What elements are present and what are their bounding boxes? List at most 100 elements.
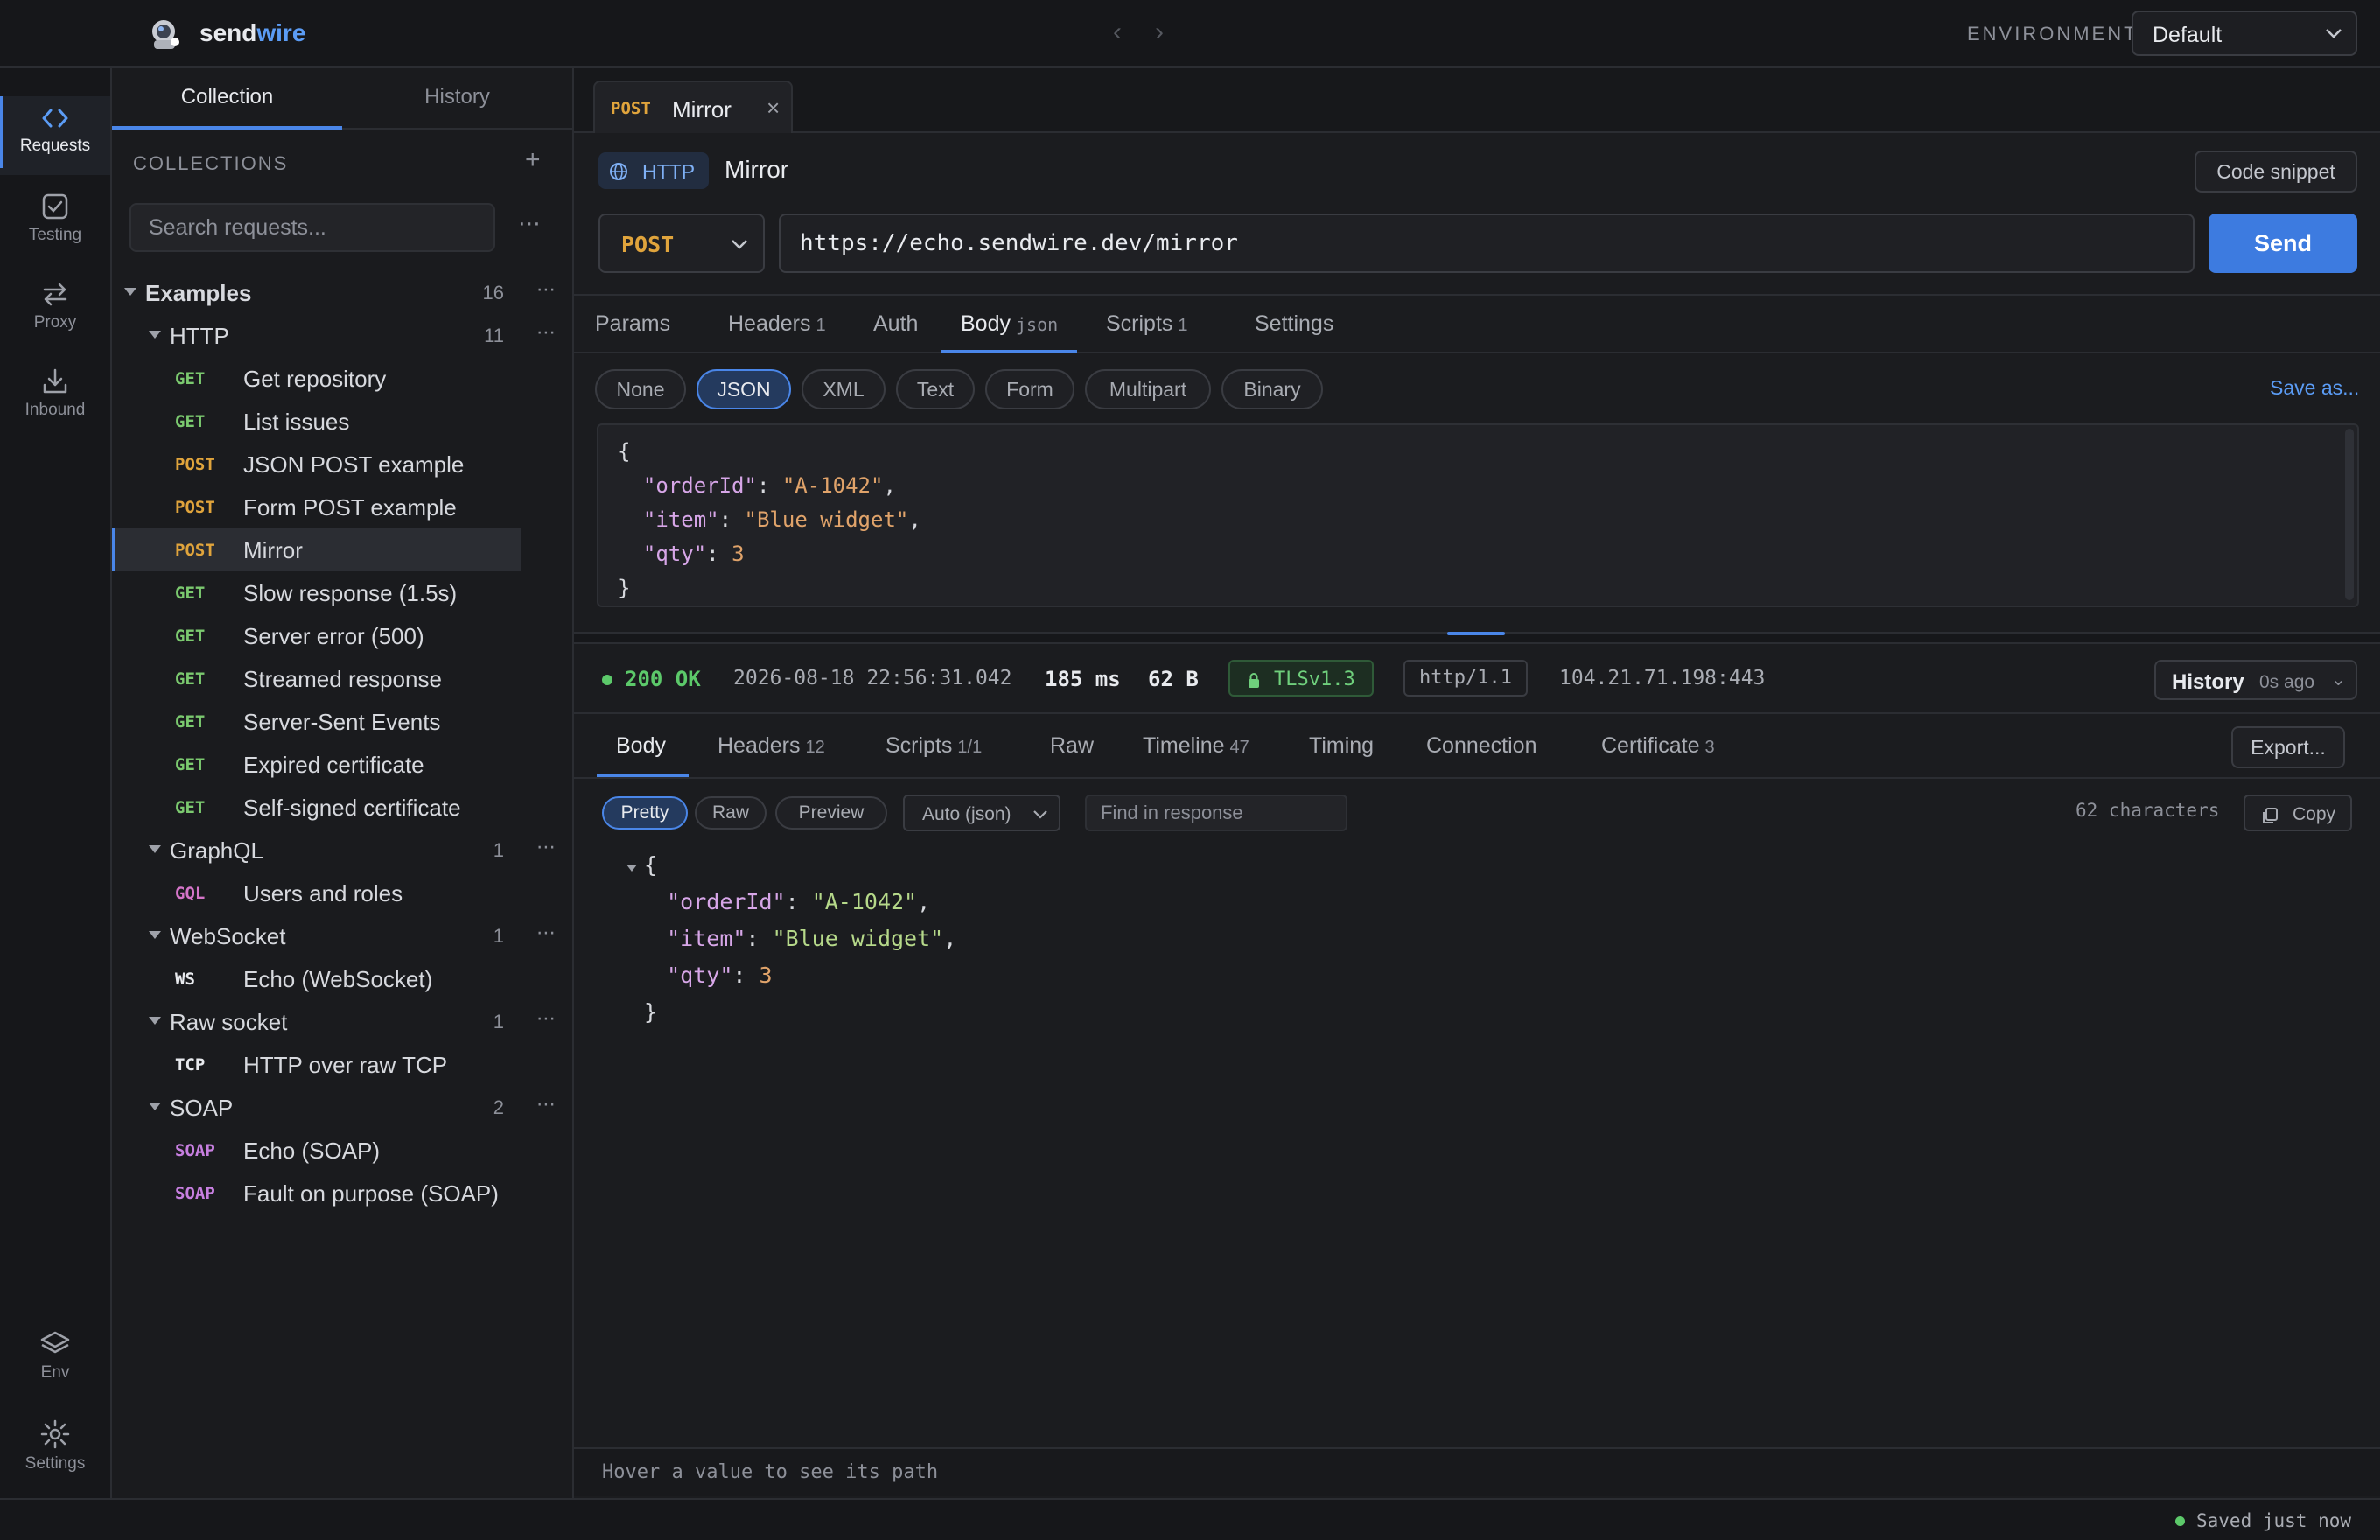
nav-back-arrow-icon[interactable]: ‹	[1113, 18, 1122, 47]
folder-more-button[interactable]: ⋯	[536, 836, 556, 858]
send-button[interactable]: Send	[2208, 214, 2357, 273]
folder-row[interactable]: Examples 16 ⋯	[112, 271, 572, 314]
tab-headers[interactable]: Headers 1	[728, 296, 826, 354]
nav-forward-arrow-icon[interactable]: ›	[1155, 18, 1164, 47]
rail-item-proxy[interactable]: Proxy	[0, 271, 110, 350]
rail-item-requests[interactable]: Requests	[0, 96, 110, 175]
response-tab-timeline[interactable]: Timeline 47	[1143, 716, 1250, 777]
tab-auth[interactable]: Auth	[873, 296, 918, 354]
splitter-grip[interactable]	[1447, 632, 1505, 635]
request-item[interactable]: GET Expired certificate	[112, 743, 572, 786]
folder-more-button[interactable]: ⋯	[536, 921, 556, 944]
body-type-none[interactable]: None	[595, 369, 686, 410]
export-button[interactable]: Export...	[2231, 726, 2345, 768]
response-tab-scripts[interactable]: Scripts 1/1	[886, 716, 982, 777]
tab-count: 1	[1178, 316, 1188, 335]
save-as-link[interactable]: Save as...	[2270, 376, 2359, 400]
folder-row[interactable]: WebSocket 1 ⋯	[112, 914, 572, 957]
rail-item-inbound[interactable]: Inbound	[0, 359, 110, 438]
body-type-xml[interactable]: XML	[802, 369, 886, 410]
tab-scripts[interactable]: Scripts 1	[1106, 296, 1188, 354]
body-type-form[interactable]: Form	[985, 369, 1074, 410]
add-collection-button[interactable]: +	[525, 145, 541, 175]
copy-button[interactable]: Copy	[2244, 794, 2352, 831]
request-item[interactable]: GET Server error (500)	[112, 614, 572, 657]
tls-badge[interactable]: TLSv1.3	[1228, 660, 1374, 696]
request-item[interactable]: POST Mirror	[112, 528, 522, 571]
body-type-multipart[interactable]: Multipart	[1085, 369, 1211, 410]
caret-down-icon[interactable]	[149, 1017, 161, 1025]
request-title[interactable]: Mirror	[724, 156, 788, 184]
request-name: Users and roles	[243, 880, 403, 906]
history-label: History	[2172, 670, 2244, 694]
sidebar-more-button[interactable]: ⋯	[518, 210, 542, 237]
folder-row[interactable]: HTTP 11 ⋯	[112, 314, 572, 357]
code-snippet-button[interactable]: Code snippet	[2194, 150, 2357, 192]
request-item[interactable]: WS Echo (WebSocket)	[112, 957, 572, 1000]
caret-down-icon[interactable]	[124, 288, 136, 296]
request-item[interactable]: GQL Users and roles	[112, 872, 572, 914]
folder-row[interactable]: Raw socket 1 ⋯	[112, 1000, 572, 1043]
code-token: "orderId"	[667, 889, 786, 914]
response-tab-headers[interactable]: Headers 12	[718, 716, 825, 777]
request-item[interactable]: SOAP Fault on purpose (SOAP)	[112, 1172, 572, 1214]
find-in-response-input[interactable]	[1085, 794, 1348, 831]
request-item[interactable]: GET Streamed response	[112, 657, 572, 700]
request-item[interactable]: SOAP Echo (SOAP)	[112, 1129, 572, 1172]
response-tab-timing[interactable]: Timing	[1309, 716, 1374, 777]
layers-icon	[40, 1331, 70, 1354]
tab-history[interactable]: History	[342, 68, 572, 130]
tab-body[interactable]: Body json	[942, 296, 1078, 354]
response-tab-body[interactable]: Body	[597, 716, 689, 777]
pane-splitter[interactable]	[574, 632, 2380, 644]
body-type-json[interactable]: JSON	[696, 369, 791, 410]
tab-settings[interactable]: Settings	[1255, 296, 1334, 354]
tab-collection[interactable]: Collection	[112, 68, 342, 130]
search-requests-input[interactable]	[130, 203, 495, 252]
caret-down-icon[interactable]	[149, 931, 161, 939]
request-body-editor[interactable]: { "orderId": "A-1042", "item": "Blue wid…	[597, 424, 2359, 607]
response-tab-connection[interactable]: Connection	[1426, 716, 1536, 777]
caret-down-icon[interactable]	[149, 331, 161, 339]
request-item[interactable]: TCP HTTP over raw TCP	[112, 1043, 572, 1086]
collapse-caret-icon[interactable]	[626, 864, 637, 872]
folder-more-button[interactable]: ⋯	[536, 278, 556, 301]
url-input[interactable]	[779, 214, 2194, 273]
tab-params[interactable]: Params	[595, 296, 670, 354]
request-item[interactable]: GET List issues	[112, 400, 572, 443]
body-type-binary[interactable]: Binary	[1222, 369, 1323, 410]
request-item[interactable]: GET Get repository	[112, 357, 572, 400]
view-pretty[interactable]: Pretty	[602, 796, 688, 830]
method-badge: GET	[175, 755, 206, 774]
editor-scrollbar[interactable]	[2345, 429, 2354, 600]
request-item[interactable]: POST JSON POST example	[112, 443, 572, 486]
response-tab-raw[interactable]: Raw	[1050, 716, 1094, 777]
folder-row[interactable]: GraphQL 1 ⋯	[112, 829, 572, 872]
view-raw[interactable]: Raw	[695, 796, 766, 830]
tab-label: Raw	[1050, 733, 1095, 758]
folder-more-button[interactable]: ⋯	[536, 321, 556, 344]
request-item[interactable]: GET Self-signed certificate	[112, 786, 572, 829]
folder-more-button[interactable]: ⋯	[536, 1093, 556, 1116]
request-item[interactable]: POST Form POST example	[112, 486, 572, 528]
environment-select[interactable]: Default	[2132, 10, 2357, 56]
tab-method-badge: POST	[611, 99, 651, 118]
body-type-text[interactable]: Text	[896, 369, 975, 410]
open-request-tab[interactable]: POST Mirror ×	[593, 80, 793, 133]
close-tab-icon[interactable]: ×	[766, 94, 780, 122]
method-select[interactable]: POST	[598, 214, 765, 273]
rail-item-env[interactable]: Env	[0, 1321, 110, 1400]
rail-item-settings[interactable]: Settings	[0, 1410, 110, 1489]
environment-label: ENVIRONMENT	[1967, 23, 2138, 45]
request-item[interactable]: GET Server-Sent Events	[112, 700, 572, 743]
rail-item-testing[interactable]: Testing	[0, 184, 110, 262]
request-item[interactable]: GET Slow response (1.5s)	[112, 571, 572, 614]
response-tab-certificate[interactable]: Certificate 3	[1601, 716, 1715, 777]
folder-row[interactable]: SOAP 2 ⋯	[112, 1086, 572, 1129]
history-dropdown[interactable]: History 0s ago ⌄	[2154, 660, 2357, 700]
folder-more-button[interactable]: ⋯	[536, 1007, 556, 1030]
caret-down-icon[interactable]	[149, 1102, 161, 1110]
caret-down-icon[interactable]	[149, 845, 161, 853]
view-preview[interactable]: Preview	[775, 796, 887, 830]
format-select[interactable]: Auto (json)	[903, 794, 1060, 831]
